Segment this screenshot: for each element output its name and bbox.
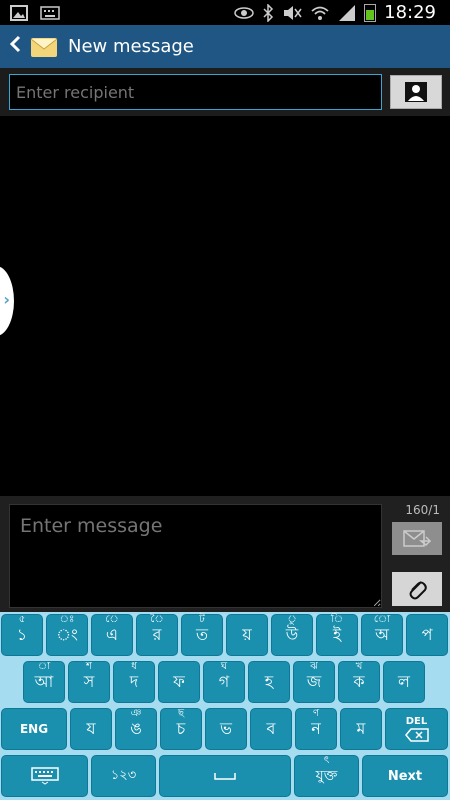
key[interactable]: ে এ [91, 614, 133, 656]
gallery-icon [10, 4, 28, 21]
action-bar: New message [0, 25, 450, 68]
key[interactable]: ো অ [361, 614, 403, 656]
key[interactable]: ঘগ [203, 661, 245, 703]
keyboard-settings-key[interactable] [1, 755, 88, 797]
recipient-bar [0, 68, 450, 116]
chevron-left-icon [9, 35, 21, 53]
keyboard-icon [30, 767, 59, 785]
back-button[interactable] [0, 34, 30, 59]
key[interactable]: শস [68, 661, 110, 703]
space-icon [214, 773, 236, 780]
conjunct-key[interactable]: ৎ যুক্ত [294, 755, 359, 797]
paperclip-icon [409, 581, 427, 600]
key[interactable]: ম [340, 708, 382, 750]
recipient-input[interactable] [9, 74, 382, 110]
key[interactable]: ঃং [46, 614, 88, 656]
keyboard-icon [40, 5, 60, 20]
language-toggle-key[interactable]: ENG [1, 708, 67, 750]
key[interactable]: ল [383, 661, 425, 703]
key[interactable]: ৫১ [1, 614, 43, 656]
wifi-icon [311, 6, 329, 20]
key[interactable]: ঞঙ [115, 708, 157, 750]
key[interactable]: ভ [205, 708, 247, 750]
compose-area: 160/1 [0, 496, 450, 612]
message-input[interactable] [9, 504, 382, 608]
key[interactable]: প [406, 614, 448, 656]
key[interactable]: া আ [23, 661, 65, 703]
delete-key[interactable]: DEL [385, 708, 448, 750]
side-panel-handle[interactable]: › [0, 266, 14, 336]
key[interactable]: ি ই [316, 614, 358, 656]
send-icon [403, 529, 431, 547]
key[interactable]: খক [338, 661, 380, 703]
mute-icon [284, 5, 302, 20]
key[interactable]: য [70, 708, 112, 750]
chevron-right-icon: › [3, 290, 10, 309]
key[interactable]: ব [250, 708, 292, 750]
key[interactable]: ফ [158, 661, 200, 703]
space-key[interactable] [159, 755, 291, 797]
next-key[interactable]: Next [362, 755, 448, 797]
battery-icon [364, 3, 377, 22]
contact-icon [405, 82, 427, 102]
key[interactable]: হ [248, 661, 290, 703]
key[interactable]: ৈ র [136, 614, 178, 656]
send-button[interactable] [392, 522, 442, 555]
key[interactable]: ু উ [271, 614, 313, 656]
key[interactable]: ঝজ [293, 661, 335, 703]
status-bar: 18:29 [0, 0, 450, 25]
contacts-button[interactable] [390, 75, 442, 109]
numbers-key[interactable]: ১২৩ [91, 755, 156, 797]
signal-icon [339, 4, 356, 21]
messages-app-icon [30, 37, 58, 57]
key[interactable]: ছচ [160, 708, 202, 750]
message-thread: › [0, 116, 450, 496]
clock: 18:29 [384, 2, 436, 23]
eye-icon [234, 6, 254, 19]
page-title: New message [68, 36, 194, 57]
bangla-keyboard: ৫১ ঃং ে এ ৈ র টত য় ু উ ি ই ো অ প া আ শস ধদ ফ … [0, 612, 450, 800]
attach-button[interactable] [392, 572, 442, 606]
bluetooth-icon [263, 3, 274, 22]
key[interactable]: টত [181, 614, 223, 656]
key[interactable]: ণন [295, 708, 337, 750]
key[interactable]: য় [226, 614, 268, 656]
key[interactable]: ধদ [113, 661, 155, 703]
backspace-icon [404, 728, 429, 742]
character-counter: 160/1 [405, 503, 440, 517]
